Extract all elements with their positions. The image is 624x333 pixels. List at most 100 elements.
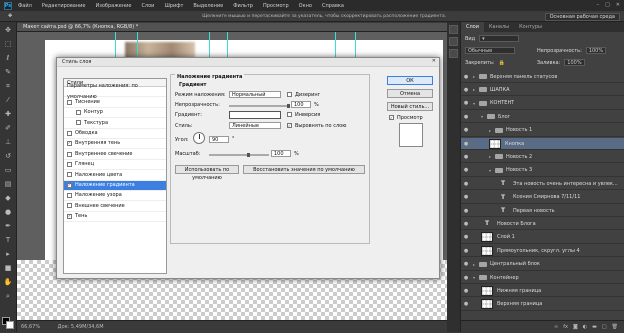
layer-row[interactable]: ● Верхняя граница xyxy=(461,299,624,311)
quick-select-icon[interactable]: ✎ xyxy=(2,66,14,78)
layer-row[interactable]: ● T Эта новость очень интересна и увлек... xyxy=(461,178,624,191)
style-checkbox[interactable] xyxy=(67,203,72,209)
style-item[interactable]: Внешнее свечение xyxy=(64,201,166,212)
visibility-eye-icon[interactable]: ● xyxy=(461,181,471,187)
fx-icon[interactable]: fx xyxy=(563,324,568,330)
blend-mode-select[interactable]: Обычные xyxy=(465,47,515,54)
scale-slider[interactable] xyxy=(209,154,269,156)
opacity-field[interactable]: 100% xyxy=(585,47,607,54)
style-item[interactable]: Наложение узора xyxy=(64,191,166,202)
scale-field[interactable]: 100 xyxy=(271,150,291,157)
opacity-slider-knob[interactable] xyxy=(287,104,290,108)
fill-field[interactable]: 100% xyxy=(564,59,585,66)
visibility-eye-icon[interactable]: ● xyxy=(461,208,471,214)
make-default-button[interactable]: Использовать по умолчанию xyxy=(175,165,239,181)
visibility-eye-icon[interactable]: ● xyxy=(461,114,471,120)
opacity-field[interactable]: 100 xyxy=(291,101,311,108)
link-icon[interactable]: ∞ xyxy=(554,324,558,330)
crop-icon[interactable]: ⌗ xyxy=(2,80,14,92)
style-item[interactable]: Параметры наложения: по умолчанию xyxy=(64,83,166,100)
maximize-icon[interactable]: □ xyxy=(605,2,610,8)
eyedropper-icon[interactable]: ⁄ xyxy=(2,94,14,106)
style-item[interactable]: Глянец xyxy=(64,160,166,171)
visibility-eye-icon[interactable]: ● xyxy=(461,127,471,133)
new-style-button[interactable]: Новый стиль... xyxy=(387,102,433,111)
style-checkbox[interactable]: ✓ xyxy=(67,213,72,219)
layer-row[interactable]: ● ▸ Центральный блок xyxy=(461,259,624,271)
style-checkbox[interactable] xyxy=(76,120,81,126)
visibility-eye-icon[interactable]: ● xyxy=(461,167,471,173)
style-checkbox[interactable] xyxy=(67,99,72,105)
folder-icon[interactable]: ▬ xyxy=(592,324,597,330)
new-layer-icon[interactable]: □ xyxy=(602,324,607,330)
menu-select[interactable]: Выделение xyxy=(193,3,223,9)
layer-row[interactable]: ● ▸ Новость 1 xyxy=(461,125,624,137)
dodge-icon[interactable]: ● xyxy=(2,206,14,218)
zoom-icon[interactable]: ⌕ xyxy=(2,290,14,302)
visibility-eye-icon[interactable]: ● xyxy=(461,234,471,240)
menu-window[interactable]: Окно xyxy=(299,3,312,9)
reset-default-button[interactable]: Восстановить значения по умолчанию xyxy=(243,165,365,174)
move-tool-icon[interactable]: ✥ xyxy=(8,13,12,19)
trash-icon[interactable]: 🗑 xyxy=(612,324,618,330)
angle-field[interactable]: 90 xyxy=(209,136,229,143)
ok-button[interactable]: ОК xyxy=(387,76,433,85)
layer-row[interactable]: ● ▾ Контейнер xyxy=(461,272,624,284)
minimize-icon[interactable]: – xyxy=(597,2,600,8)
visibility-eye-icon[interactable]: ● xyxy=(461,301,471,307)
visibility-eye-icon[interactable]: ● xyxy=(461,248,471,254)
style-item[interactable]: Контур xyxy=(64,108,166,119)
preview-checkbox[interactable]: ✓ xyxy=(389,115,394,120)
layer-row[interactable]: ● ▾ Блог xyxy=(461,111,624,124)
blend-mode-dropdown[interactable]: Нормальный xyxy=(229,91,281,98)
visibility-eye-icon[interactable]: ● xyxy=(461,261,471,267)
tab-layers[interactable]: Слои xyxy=(461,22,484,32)
style-item[interactable]: Текстура xyxy=(64,118,166,129)
style-checkbox[interactable] xyxy=(67,172,72,178)
tab-channels[interactable]: Каналы xyxy=(484,22,514,32)
pen-icon[interactable]: ✒ xyxy=(2,220,14,232)
menu-edit[interactable]: Редактирование xyxy=(42,3,86,9)
dialog-close-icon[interactable]: ✕ xyxy=(432,58,436,64)
lock-icon[interactable]: 🔒 xyxy=(499,60,505,66)
kind-select[interactable]: ▾ xyxy=(479,35,520,42)
menu-help[interactable]: Справка xyxy=(322,3,344,9)
move-icon[interactable]: ✥ xyxy=(2,24,14,36)
layer-row[interactable]: ● T Новости Блога xyxy=(461,218,624,231)
style-item[interactable]: ✓ Тень xyxy=(64,212,166,223)
adjustment-icon[interactable]: ◐ xyxy=(583,324,587,330)
properties-icon[interactable] xyxy=(449,37,458,46)
healing-icon[interactable]: ✚ xyxy=(2,108,14,120)
layer-row[interactable]: ● ▸ Верхняя панель статусов xyxy=(461,71,624,83)
angle-dial[interactable] xyxy=(193,132,205,144)
menu-view[interactable]: Просмотр xyxy=(263,3,289,9)
visibility-eye-icon[interactable]: ● xyxy=(461,154,471,160)
visibility-eye-icon[interactable]: ● xyxy=(461,74,471,80)
style-dropdown[interactable]: Линейные xyxy=(229,122,281,129)
zoom-level[interactable]: 66,67% xyxy=(21,324,40,330)
layer-row[interactable]: ● Прямоугольник, скругл. углы 4 xyxy=(461,245,624,258)
menu-filter[interactable]: Фильтр xyxy=(233,3,253,9)
style-item[interactable]: Наложение цвета xyxy=(64,170,166,181)
gradient-picker[interactable] xyxy=(229,111,281,119)
layer-row[interactable]: ● Кнопка xyxy=(461,138,624,150)
layer-row[interactable]: ● ▾ КОНТЕНТ xyxy=(461,98,624,110)
layer-row[interactable]: ● Нижняя граница xyxy=(461,285,624,298)
hand-icon[interactable]: ✋ xyxy=(2,276,14,288)
marquee-icon[interactable]: ⬚ xyxy=(2,38,14,50)
layer-row[interactable]: ● T Первая новость xyxy=(461,205,624,217)
style-item[interactable]: Внутреннее свечение xyxy=(64,149,166,160)
visibility-eye-icon[interactable]: ● xyxy=(461,141,471,147)
menu-layers[interactable]: Слои xyxy=(141,3,154,9)
style-checkbox[interactable]: ✓ xyxy=(67,140,72,147)
gradient-icon[interactable]: ▤ xyxy=(2,178,14,190)
blur-icon[interactable]: ◆ xyxy=(2,192,14,204)
style-checkbox[interactable] xyxy=(67,151,72,157)
eraser-icon[interactable]: ▭ xyxy=(2,164,14,176)
layer-row[interactable]: ● ▸ ШАПКА xyxy=(461,84,624,97)
style-checkbox[interactable] xyxy=(67,161,72,167)
style-item[interactable]: Обводка xyxy=(64,129,166,139)
align-checkbox[interactable]: ✓ xyxy=(287,123,292,128)
visibility-eye-icon[interactable]: ● xyxy=(461,194,471,200)
menu-file[interactable]: Файл xyxy=(18,3,32,9)
